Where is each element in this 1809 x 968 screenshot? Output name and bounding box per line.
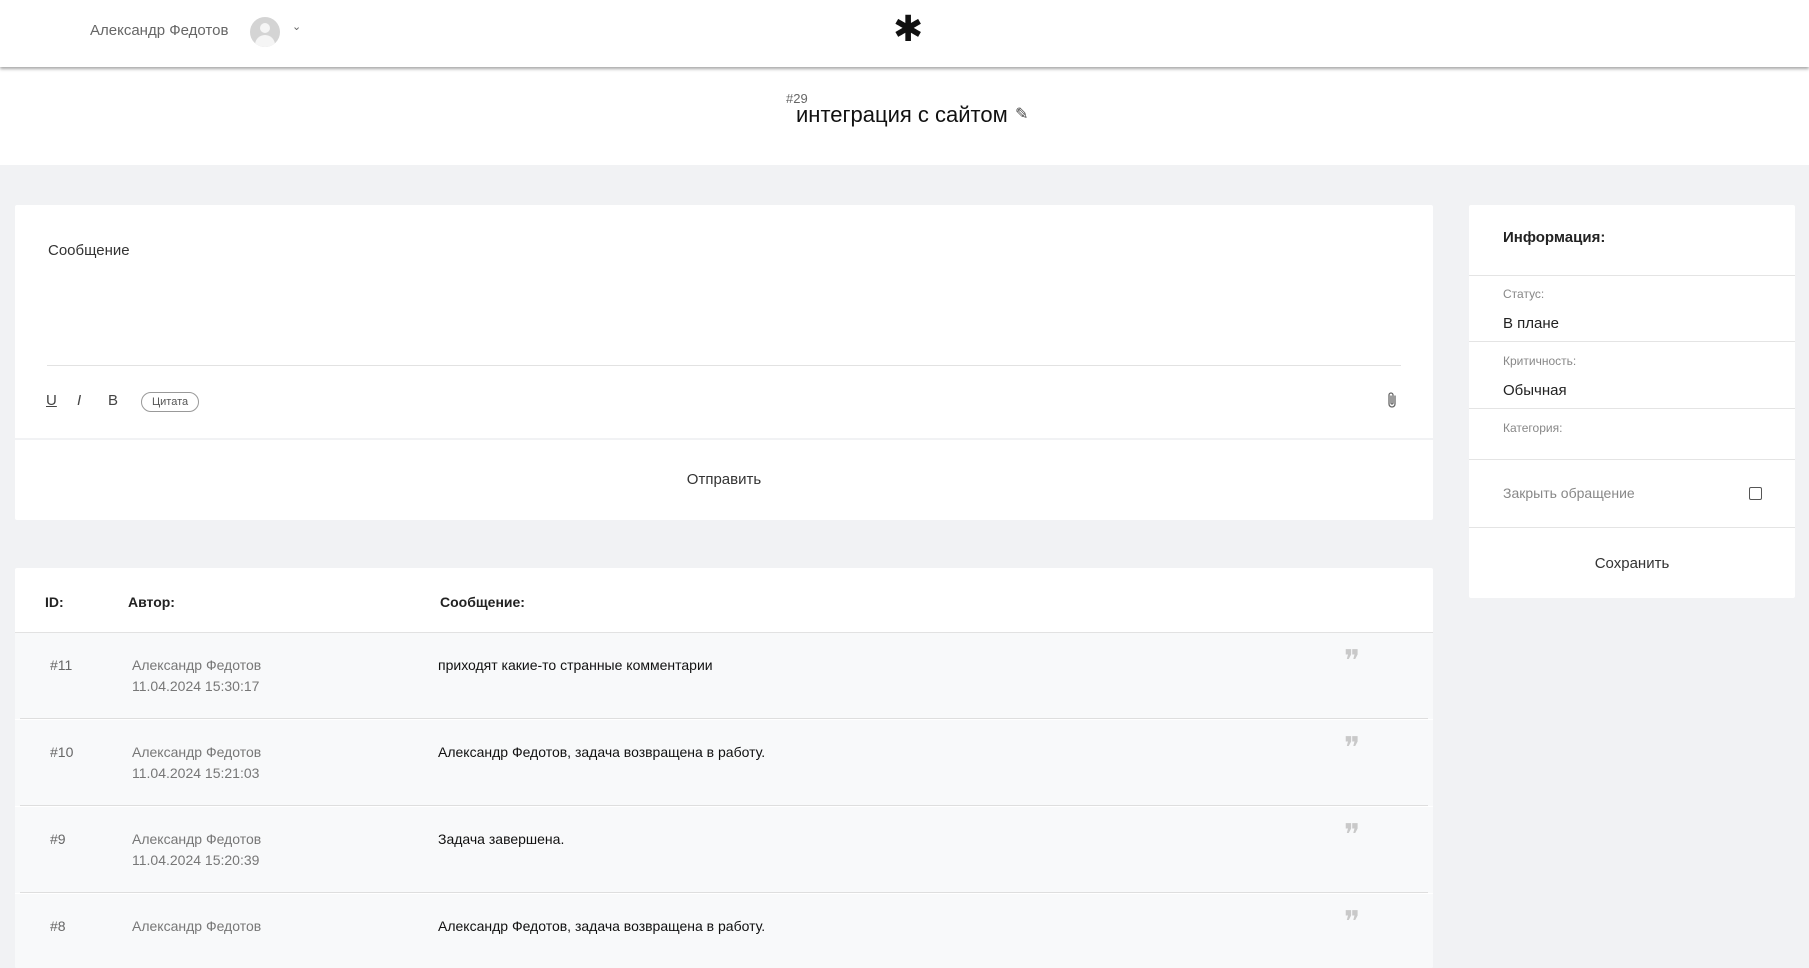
info-title: Информация: xyxy=(1503,229,1606,246)
message-text: Александр Федотов, задача возвращена в р… xyxy=(438,744,766,760)
paperclip-icon[interactable] xyxy=(1386,391,1398,414)
quote-button[interactable]: Цитата xyxy=(141,392,200,412)
info-divider xyxy=(1469,275,1795,276)
logo-asterisk[interactable]: ✱ xyxy=(893,10,923,50)
status-value[interactable]: В плане xyxy=(1503,315,1559,332)
underline-button[interactable]: U xyxy=(46,392,57,409)
message-id: #11 xyxy=(50,657,73,673)
status-label: Статус: xyxy=(1503,287,1545,301)
row-divider xyxy=(20,718,1428,719)
send-button[interactable]: Отправить xyxy=(15,440,1433,520)
message-id: #10 xyxy=(50,744,74,760)
message-composer: Сообщение U I B Цитата Отправить xyxy=(15,205,1433,520)
close-ticket-checkbox[interactable] xyxy=(1749,487,1762,500)
priority-value[interactable]: Обычная xyxy=(1503,382,1567,399)
message-author: Александр Федотов xyxy=(132,918,262,934)
avatar-torso xyxy=(255,35,275,47)
info-divider xyxy=(1469,527,1795,528)
message-author: Александр Федотов xyxy=(132,657,262,673)
info-divider xyxy=(1469,459,1795,460)
ticket-header: #29 интеграция с сайтом ✎ xyxy=(0,67,1809,165)
message-date: 11.04.2024 15:21:03 xyxy=(132,765,260,781)
ticket-title: интеграция с сайтом xyxy=(796,102,1008,127)
quote-reply-icon[interactable]: ❞ xyxy=(1344,821,1360,851)
info-divider xyxy=(1469,408,1795,409)
quote-reply-icon[interactable]: ❞ xyxy=(1344,647,1360,677)
save-button[interactable]: Сохранить xyxy=(1469,529,1795,598)
column-header-message: Сообщение: xyxy=(440,594,525,610)
quote-reply-icon[interactable]: ❞ xyxy=(1344,908,1360,938)
table-row: #9 Александр Федотов 11.04.2024 15:20:39… xyxy=(15,807,1433,893)
user-name[interactable]: Александр Федотов xyxy=(90,22,228,39)
close-ticket-label: Закрыть обращение xyxy=(1503,485,1635,501)
message-text: Александр Федотов, задача возвращена в р… xyxy=(438,918,766,934)
top-bar: Александр Федотов ⌄ ✱ xyxy=(0,0,1809,67)
message-text: приходят какие-то странные комментарии xyxy=(438,657,713,673)
messages-table: ID: Автор: Сообщение: #11 Александр Федо… xyxy=(15,568,1433,968)
info-panel: Информация: Статус: В плане Критичность:… xyxy=(1469,205,1795,598)
message-date: 11.04.2024 15:20:39 xyxy=(132,852,260,868)
avatar-head xyxy=(260,23,270,33)
row-divider xyxy=(20,892,1428,893)
column-header-id: ID: xyxy=(45,594,64,610)
italic-button[interactable]: I xyxy=(77,392,81,409)
category-label[interactable]: Категория: xyxy=(1503,421,1562,435)
bold-button[interactable]: B xyxy=(108,392,118,409)
chevron-down-icon[interactable]: ⌄ xyxy=(292,20,301,33)
table-row: #10 Александр Федотов 11.04.2024 15:21:0… xyxy=(15,720,1433,806)
paperclip-svg xyxy=(1388,392,1396,408)
message-id: #8 xyxy=(50,918,66,934)
message-text: Задача завершена. xyxy=(438,831,565,847)
pencil-icon[interactable]: ✎ xyxy=(1015,104,1028,124)
message-id: #9 xyxy=(50,831,66,847)
row-divider xyxy=(20,805,1428,806)
message-author: Александр Федотов xyxy=(132,744,262,760)
user-avatar-icon[interactable] xyxy=(250,17,280,47)
message-date: 11.04.2024 15:30:17 xyxy=(132,678,260,694)
quote-reply-icon[interactable]: ❞ xyxy=(1344,734,1360,764)
priority-label: Критичность: xyxy=(1503,354,1577,368)
column-header-author: Автор: xyxy=(128,594,175,610)
composer-divider xyxy=(47,365,1401,366)
table-row: #11 Александр Федотов 11.04.2024 15:30:1… xyxy=(15,633,1433,719)
table-row: #8 Александр Федотов Александр Федотов, … xyxy=(15,894,1433,968)
info-divider xyxy=(1469,341,1795,342)
message-input[interactable]: Сообщение xyxy=(48,242,130,259)
message-author: Александр Федотов xyxy=(132,831,262,847)
